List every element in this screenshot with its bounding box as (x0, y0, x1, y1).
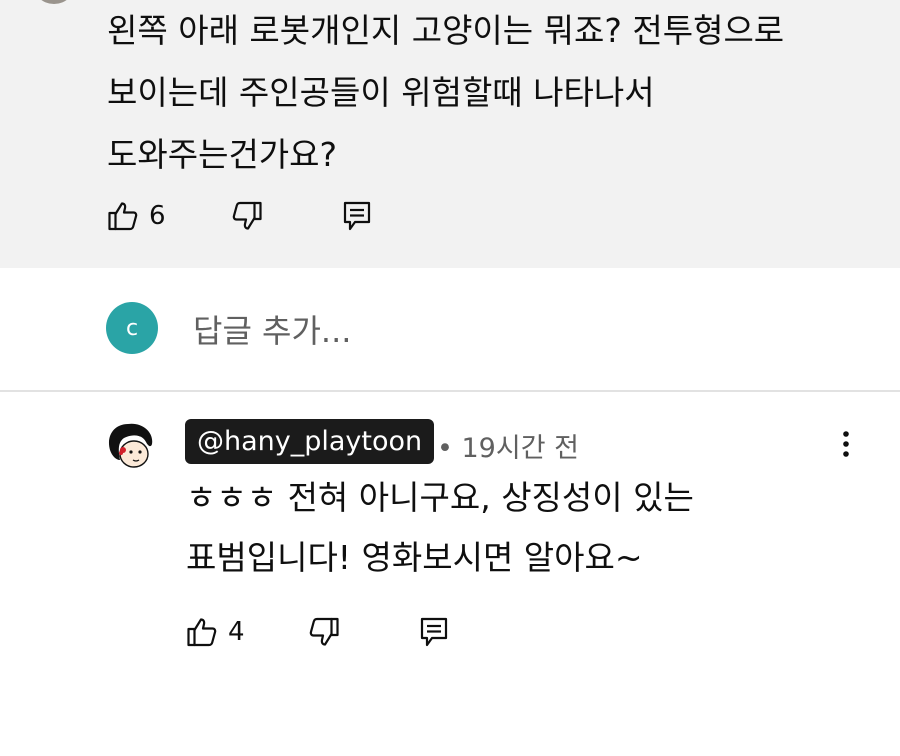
comment-text-line: 보이는데 주인공들이 위험할때 나타나서 (107, 73, 655, 112)
add-reply-input[interactable]: 답글 추가... (193, 306, 351, 352)
more-vertical-icon (843, 431, 849, 457)
comment-reply-icon (343, 201, 371, 231)
reply-text: ㅎㅎㅎ 전혀 아니구요, 상징성이 있는 표범입니다! 영화보시면 알아요~ (186, 468, 836, 588)
thumbs-up-icon (187, 618, 217, 647)
commenter-avatar[interactable] (32, 0, 76, 4)
comment-text: 왼쪽 아래 로봇개인지 고양이는 뭐죠? 전투형으로 보이는데 주인공들이 위험… (107, 0, 867, 186)
like-count: 6 (149, 201, 166, 231)
creator-avatar[interactable] (104, 420, 158, 474)
like-button[interactable]: 4 (186, 612, 245, 652)
thumbs-up-icon (108, 202, 138, 231)
creator-name-badge[interactable]: @hany_playtoon (185, 419, 435, 464)
comment-text-line: 도와주는건가요? (107, 135, 338, 174)
highlighted-comment: 왼쪽 아래 로봇개인지 고양이는 뭐죠? 전투형으로 보이는데 주인공들이 위험… (0, 0, 900, 268)
like-button[interactable]: 6 (107, 196, 166, 236)
thumbs-down-icon (232, 201, 262, 230)
reply-text-line: ㅎㅎㅎ 전혀 아니구요, 상징성이 있는 (186, 478, 694, 517)
like-count: 4 (228, 617, 245, 647)
reply-timestamp: • 19시간 전 (437, 433, 579, 464)
current-user-avatar: c (106, 302, 158, 354)
comment-reply-icon (420, 617, 448, 647)
add-reply-row: c 답글 추가... (0, 268, 900, 392)
reply-text-line: 표범입니다! 영화보시면 알아요~ (186, 538, 643, 577)
reply-comment: @hany_playtoon • 19시간 전 ㅎㅎㅎ 전혀 아니구요, 상징성… (0, 392, 900, 756)
more-options-button[interactable] (836, 430, 856, 460)
reply-button[interactable] (419, 612, 449, 652)
comment-text-line: 왼쪽 아래 로봇개인지 고양이는 뭐죠? 전투형으로 (107, 11, 785, 50)
dislike-button[interactable] (231, 196, 263, 236)
thumbs-down-icon (309, 617, 339, 646)
dislike-button[interactable] (308, 612, 340, 652)
reply-button[interactable] (342, 196, 372, 236)
